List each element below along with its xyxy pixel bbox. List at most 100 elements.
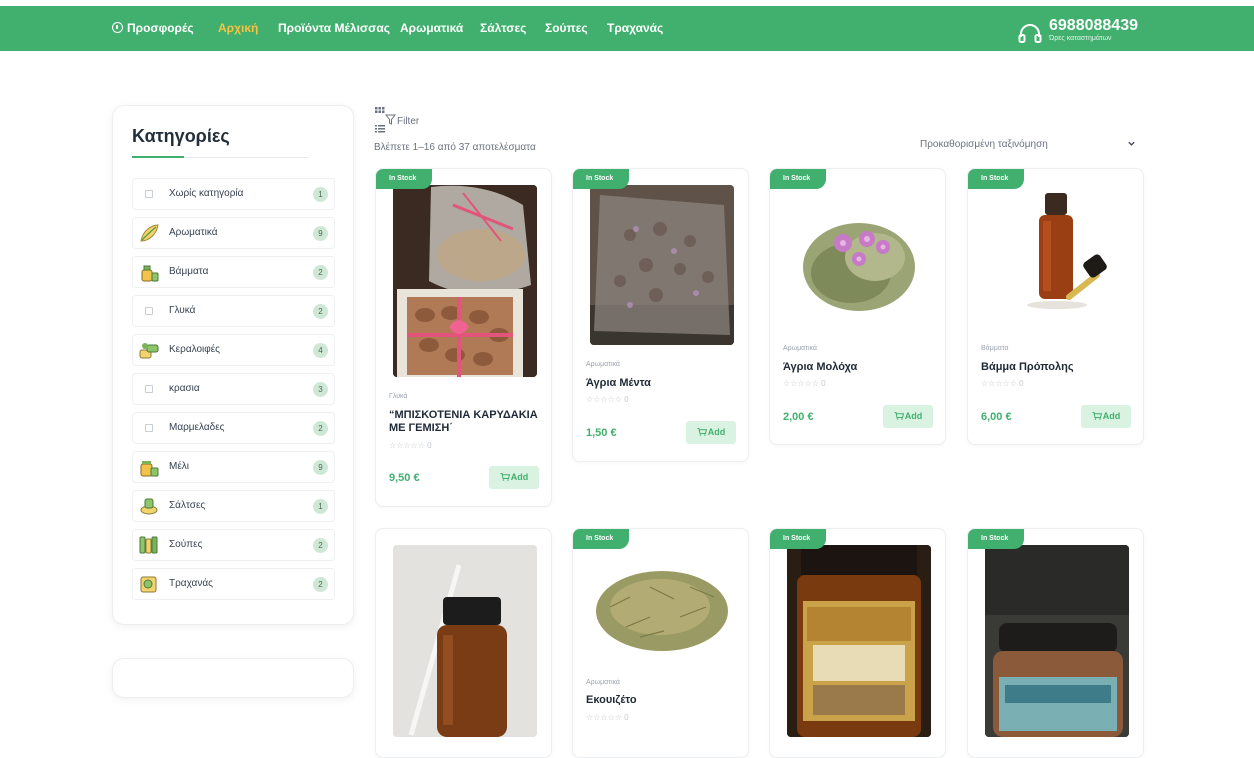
- main-nav: Προσφορές Αρχική Προϊόντα Μέλισσας Αρωμα…: [0, 6, 1254, 51]
- product-name[interactable]: Άγρια Μολόχα: [783, 361, 938, 374]
- product-image[interactable]: [590, 185, 734, 345]
- add-to-cart-button[interactable]: Add: [883, 405, 933, 428]
- product-category: Γλυκά: [389, 393, 408, 400]
- product-card[interactable]: In Stock Αρωματικά Άγρια Μέντα ☆☆☆☆☆ 0 1…: [572, 168, 749, 462]
- category-jams[interactable]: Μαρμελαδες 2: [132, 412, 335, 444]
- nav-home[interactable]: Αρχική: [218, 21, 258, 35]
- category-trahanas[interactable]: Τραχανάς 2: [132, 568, 335, 600]
- filter-button[interactable]: Filter: [374, 105, 434, 135]
- product-image[interactable]: [787, 545, 931, 737]
- product-image[interactable]: [393, 545, 537, 737]
- category-count: 2: [313, 265, 328, 280]
- title-underline: [132, 156, 308, 158]
- nav-bee-products[interactable]: Προϊόντα Μέλισσας: [278, 21, 390, 35]
- product-card[interactable]: In Stock: [967, 528, 1144, 758]
- sauce-icon: [140, 498, 158, 515]
- product-photo: [787, 545, 931, 737]
- product-name[interactable]: Βάμμα Πρόπολης: [981, 361, 1136, 374]
- add-label: Add: [904, 411, 923, 421]
- nav-soups[interactable]: Σούπες: [545, 21, 588, 35]
- category-count: 4: [313, 343, 328, 358]
- category-uncategorized[interactable]: Χωρίς κατηγορία 1: [132, 178, 335, 210]
- product-category: Αρωματικά: [783, 345, 817, 352]
- product-category: Αρωματικά: [586, 361, 620, 368]
- category-count: 2: [313, 304, 328, 319]
- filter-icon: [375, 107, 397, 133]
- product-photo: [596, 571, 728, 651]
- product-photo: [590, 185, 734, 345]
- category-tinctures[interactable]: Βάμματα 2: [132, 256, 335, 288]
- product-card[interactable]: In Stock Βάμματα Βάμμα Πρόπολης ☆☆☆☆☆ 0 …: [967, 168, 1144, 445]
- results-count: Βλέπετε 1–16 από 37 αποτελέσματα: [374, 142, 536, 153]
- category-herbs[interactable]: Αρωματικά 9: [132, 217, 335, 249]
- category-ointments[interactable]: Κεραλοιφές 4: [132, 334, 335, 366]
- product-photo: [803, 223, 915, 311]
- category-label: Αρωματικά: [169, 227, 218, 238]
- category-count: 9: [313, 226, 328, 241]
- product-card[interactable]: In Stock Αρωματικά Άγρια Μολόχα ☆☆☆☆☆ 0 …: [769, 168, 946, 445]
- product-name[interactable]: “ΜΠΙΣΚΟΤΕΝΙΑ ΚΑΡΥΔΑΚΙΑ ΜΕ ΓΕΜΙΣΗ΄: [389, 409, 544, 435]
- add-to-cart-button[interactable]: Add: [686, 421, 736, 444]
- category-wines[interactable]: κρασια 3: [132, 373, 335, 405]
- product-card[interactable]: In Stock Γλυκά “ΜΠΙΣΚΟΤΕΝΙΑ ΚΑΡΥΔΑΚΙΑ ΜΕ…: [375, 168, 552, 507]
- nav-offers-label: Προσφορές: [127, 21, 194, 35]
- rating-stars: ☆☆☆☆☆ 0: [586, 713, 629, 722]
- product-category: Βάμματα: [981, 345, 1009, 352]
- categories-sidebar: Κατηγορίες Χωρίς κατηγορία 1 Αρωματικά 9…: [112, 105, 354, 625]
- product-photo: [985, 545, 1129, 737]
- nav-sauces[interactable]: Σάλτσες: [480, 21, 526, 35]
- category-label: Σούπες: [169, 539, 203, 550]
- category-label: Μαρμελαδες: [169, 422, 225, 433]
- ointment-icon: [139, 343, 159, 359]
- category-count: 2: [313, 421, 328, 436]
- add-to-cart-button[interactable]: Add: [1081, 405, 1131, 428]
- product-card[interactable]: In Stock Αρωματικά Εκουιζέτο ☆☆☆☆☆ 0: [572, 528, 749, 758]
- rating-count: 0: [1019, 379, 1024, 388]
- chevron-down-icon: [1128, 141, 1135, 146]
- product-image[interactable]: [985, 187, 1129, 327]
- product-image[interactable]: [787, 187, 931, 327]
- category-label: Τραχανάς: [169, 578, 213, 589]
- category-label: Σάλτσες: [169, 500, 206, 511]
- add-label: Add: [707, 427, 726, 437]
- product-image[interactable]: [985, 545, 1129, 737]
- nav-herbs[interactable]: Αρωματικά: [400, 21, 463, 35]
- trahanas-icon: [140, 576, 157, 593]
- nav-trahanas[interactable]: Τραχανάς: [607, 21, 663, 35]
- category-honey[interactable]: Μέλι 9: [132, 451, 335, 483]
- category-label: Βάμματα: [169, 266, 209, 277]
- product-name[interactable]: Εκουιζέτο: [586, 694, 741, 707]
- category-count: 2: [313, 538, 328, 553]
- category-label: κρασια: [169, 383, 200, 394]
- phone-number: 6988088439: [1049, 17, 1138, 34]
- product-image[interactable]: [393, 185, 537, 377]
- rating-count: 0: [624, 713, 629, 722]
- add-to-cart-button[interactable]: Add: [489, 466, 539, 489]
- honey-icon: [140, 461, 159, 477]
- stock-badge: In Stock: [573, 169, 629, 189]
- rating-count: 0: [624, 395, 629, 404]
- category-sauces[interactable]: Σάλτσες 1: [132, 490, 335, 522]
- product-card[interactable]: In Stock: [769, 528, 946, 758]
- image-placeholder-icon: [145, 190, 153, 198]
- product-image[interactable]: [590, 547, 734, 667]
- nav-offers[interactable]: Προσφορές: [112, 21, 194, 35]
- category-soups[interactable]: Σούπες 2: [132, 529, 335, 561]
- category-label: Γλυκά: [169, 305, 196, 316]
- category-count: 9: [313, 460, 328, 475]
- rating-stars: ☆☆☆☆☆ 0: [389, 441, 432, 450]
- stock-badge: In Stock: [573, 529, 629, 549]
- category-sweets[interactable]: Γλυκά 2: [132, 295, 335, 327]
- filter-label: Filter: [397, 116, 420, 127]
- image-placeholder-icon: [145, 307, 153, 315]
- offer-icon: [112, 22, 123, 33]
- category-count: 3: [313, 382, 328, 397]
- product-card[interactable]: [375, 528, 552, 758]
- rating-count: 0: [821, 379, 826, 388]
- stars-icon: ☆☆☆☆☆: [981, 379, 1017, 388]
- tincture-icon: [141, 265, 159, 282]
- product-name[interactable]: Άγρια Μέντα: [586, 377, 741, 390]
- sort-select[interactable]: Προκαθορισμένη ταξινόμηση: [912, 136, 1142, 154]
- category-count: 1: [313, 499, 328, 514]
- product-photo: [393, 545, 537, 737]
